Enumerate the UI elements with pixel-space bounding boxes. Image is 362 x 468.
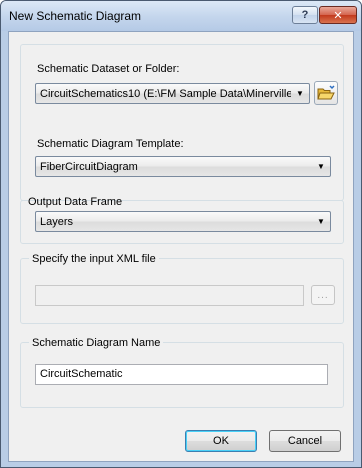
- diagram-name-input[interactable]: CircuitSchematic: [35, 364, 328, 385]
- xml-label: Specify the input XML file: [29, 253, 159, 265]
- dataset-label: Schematic Dataset or Folder:: [37, 63, 180, 75]
- name-label: Schematic Diagram Name: [29, 337, 164, 349]
- chevron-down-icon: ▼: [317, 162, 325, 171]
- output-group: Output Data Frame Layers ▼: [20, 196, 344, 244]
- dataset-combo[interactable]: CircuitSchematics10 (E:\FM Sample Data\M…: [35, 83, 310, 104]
- dialog-window: New Schematic Diagram ? ✕ Schematic Data…: [0, 0, 362, 468]
- dialog-body: Schematic Dataset or Folder: CircuitSche…: [8, 31, 354, 462]
- browse-xml-button[interactable]: ...: [311, 285, 335, 305]
- dataset-group: Schematic Dataset or Folder: CircuitSche…: [20, 44, 344, 201]
- xml-group: Specify the input XML file ...: [20, 253, 344, 324]
- output-value: Layers: [40, 215, 74, 228]
- browse-dataset-button[interactable]: [314, 81, 338, 105]
- output-combo[interactable]: Layers ▼: [35, 211, 331, 232]
- name-group: Schematic Diagram Name CircuitSchematic: [20, 337, 344, 408]
- dataset-value: CircuitSchematics10 (E:\FM Sample Data\M…: [40, 87, 291, 100]
- template-value: FiberCircuitDiagram: [40, 160, 138, 173]
- ok-button[interactable]: OK: [185, 430, 257, 452]
- open-folder-icon: [317, 85, 335, 100]
- title-bar[interactable]: New Schematic Diagram ? ✕: [1, 1, 361, 31]
- help-button[interactable]: ?: [292, 6, 318, 24]
- chevron-down-icon: ▼: [317, 217, 325, 226]
- output-label: Output Data Frame: [28, 196, 123, 208]
- cancel-button[interactable]: Cancel: [269, 430, 341, 452]
- window-title: New Schematic Diagram: [9, 9, 142, 23]
- chevron-down-icon: ▼: [296, 89, 304, 98]
- template-combo[interactable]: FiberCircuitDiagram ▼: [35, 156, 331, 177]
- close-button[interactable]: ✕: [319, 6, 357, 24]
- xml-path-input[interactable]: [35, 285, 304, 306]
- template-label: Schematic Diagram Template:: [37, 138, 184, 150]
